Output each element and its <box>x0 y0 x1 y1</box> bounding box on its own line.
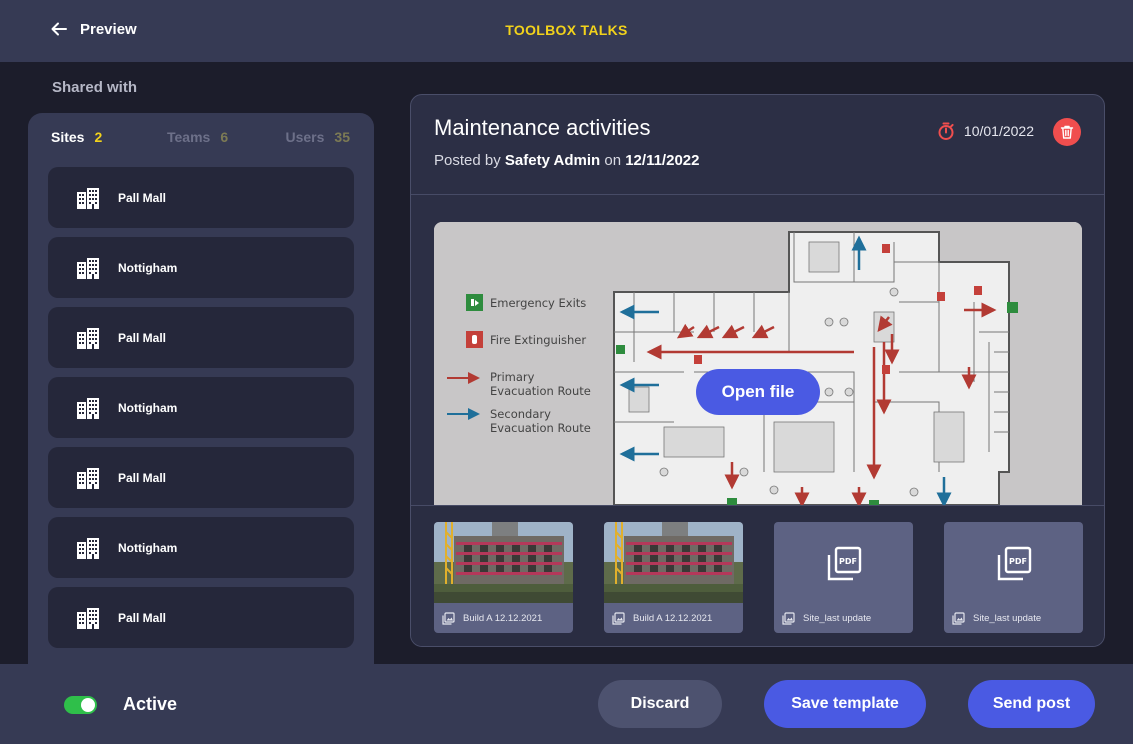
site-name: Pall Mall <box>118 610 167 625</box>
toggle-knob <box>81 698 95 712</box>
image-icon <box>612 612 625 625</box>
tab-sites-label: Sites <box>51 129 85 145</box>
post-card: Maintenance activities Posted by Safety … <box>410 94 1105 647</box>
tab-users[interactable]: Users 35 <box>286 129 351 145</box>
due-date: 10/01/2022 <box>936 121 1034 141</box>
tab-teams-label: Teams <box>167 129 211 145</box>
attachment-name: Site_last update <box>803 612 872 624</box>
attachment-thumbnail[interactable]: Build A 12.12.2021 <box>434 522 573 633</box>
site-name: Nottigham <box>118 260 178 275</box>
site-item[interactable]: Pall Mall <box>48 447 354 508</box>
site-item[interactable]: Pall Mall <box>48 307 354 368</box>
site-item[interactable]: Pall Mall <box>48 587 354 648</box>
tab-sites-count: 2 <box>94 129 103 145</box>
pdf-icon <box>826 546 862 582</box>
timer-icon <box>938 122 954 140</box>
posted-on-word: on <box>604 152 622 169</box>
legend-primary-1: Primary <box>490 370 535 384</box>
building-icon <box>76 186 100 210</box>
attachment-caption: Site_last update <box>774 603 913 633</box>
top-bar: Preview TOOLBOX TALKS <box>0 0 1133 62</box>
save-template-button[interactable]: Save template <box>764 680 926 728</box>
legend-primary-2: Evacuation Route <box>490 384 591 398</box>
site-name: Nottigham <box>118 540 178 555</box>
site-item[interactable]: Pall Mall <box>48 167 354 228</box>
evacuation-plan-image: Emergency Exits Fire Extinguisher Primar… <box>434 222 1082 505</box>
site-list: Pall Mall Nottigham Pall Mall Nottigham … <box>48 167 354 657</box>
posted-by-line: Posted by Safety Admin on 12/11/2022 <box>434 152 699 169</box>
site-name: Pall Mall <box>118 190 167 205</box>
attachments-row: Build A 12.12.2021 Build A 12.12.2021 Si… <box>411 505 1104 646</box>
attachment-caption: Build A 12.12.2021 <box>434 603 573 633</box>
attachment-name: Build A 12.12.2021 <box>463 612 543 624</box>
attachment-caption: Site_last update <box>944 603 1083 633</box>
construction-photo <box>434 522 573 603</box>
legend-secondary-1: Secondary <box>490 407 551 421</box>
file-preview[interactable]: Emergency Exits Fire Extinguisher Primar… <box>434 222 1082 505</box>
shared-tabs: Sites 2 Teams 6 Users 35 <box>28 129 374 149</box>
open-file-button[interactable]: Open file <box>696 369 820 415</box>
image-icon <box>442 612 455 625</box>
building-icon <box>76 256 100 280</box>
attachment-name: Site_last update <box>973 612 1042 624</box>
send-post-button[interactable]: Send post <box>968 680 1095 728</box>
tab-users-label: Users <box>285 129 325 145</box>
attachment-thumbnail[interactable]: Build A 12.12.2021 <box>604 522 743 633</box>
active-label: Active <box>123 694 178 714</box>
building-icon <box>76 326 100 350</box>
delete-button[interactable] <box>1053 118 1081 146</box>
attachment-name: Build A 12.12.2021 <box>633 612 713 624</box>
legend-emergency-exits: Emergency Exits <box>490 296 586 310</box>
site-item[interactable]: Nottigham <box>48 517 354 578</box>
image-icon <box>952 612 965 625</box>
shared-with-label: Shared with <box>52 79 138 96</box>
app-title: TOOLBOX TALKS <box>505 22 628 38</box>
site-name: Nottigham <box>118 400 178 415</box>
shared-with-panel: Sites 2 Teams 6 Users 35 Pall Mall Nottigha… <box>28 113 374 673</box>
site-item[interactable]: Nottigham <box>48 237 354 298</box>
building-icon <box>76 536 100 560</box>
attachment-thumbnail[interactable]: Site_last update <box>944 522 1083 633</box>
attachment-caption: Build A 12.12.2021 <box>604 603 743 633</box>
attachment-thumbnail[interactable]: Site_last update <box>774 522 913 633</box>
posted-date: 12/11/2022 <box>625 152 700 169</box>
pdf-icon <box>996 546 1032 582</box>
legend-fire-extinguisher: Fire Extinguisher <box>490 333 586 347</box>
site-name: Pall Mall <box>118 470 167 485</box>
tab-teams[interactable]: Teams 6 <box>167 129 228 145</box>
legend-secondary-2: Evacuation Route <box>490 421 591 435</box>
discard-button[interactable]: Discard <box>598 680 722 728</box>
posted-prefix: Posted by <box>434 152 501 169</box>
building-icon <box>76 606 100 630</box>
building-icon <box>76 466 100 490</box>
site-name: Pall Mall <box>118 330 167 345</box>
due-date-text: 10/01/2022 <box>963 123 1034 139</box>
tab-teams-count: 6 <box>220 129 229 145</box>
active-toggle[interactable] <box>64 696 97 714</box>
site-item[interactable]: Nottigham <box>48 377 354 438</box>
construction-photo <box>604 522 743 603</box>
tab-users-count: 35 <box>334 129 350 145</box>
image-icon <box>782 612 795 625</box>
building-icon <box>76 396 100 420</box>
post-author: Safety Admin <box>504 152 601 169</box>
post-title: Maintenance activities <box>434 115 651 140</box>
card-divider <box>411 194 1104 195</box>
tab-sites[interactable]: Sites 2 <box>51 129 102 145</box>
trash-icon <box>1060 125 1074 139</box>
